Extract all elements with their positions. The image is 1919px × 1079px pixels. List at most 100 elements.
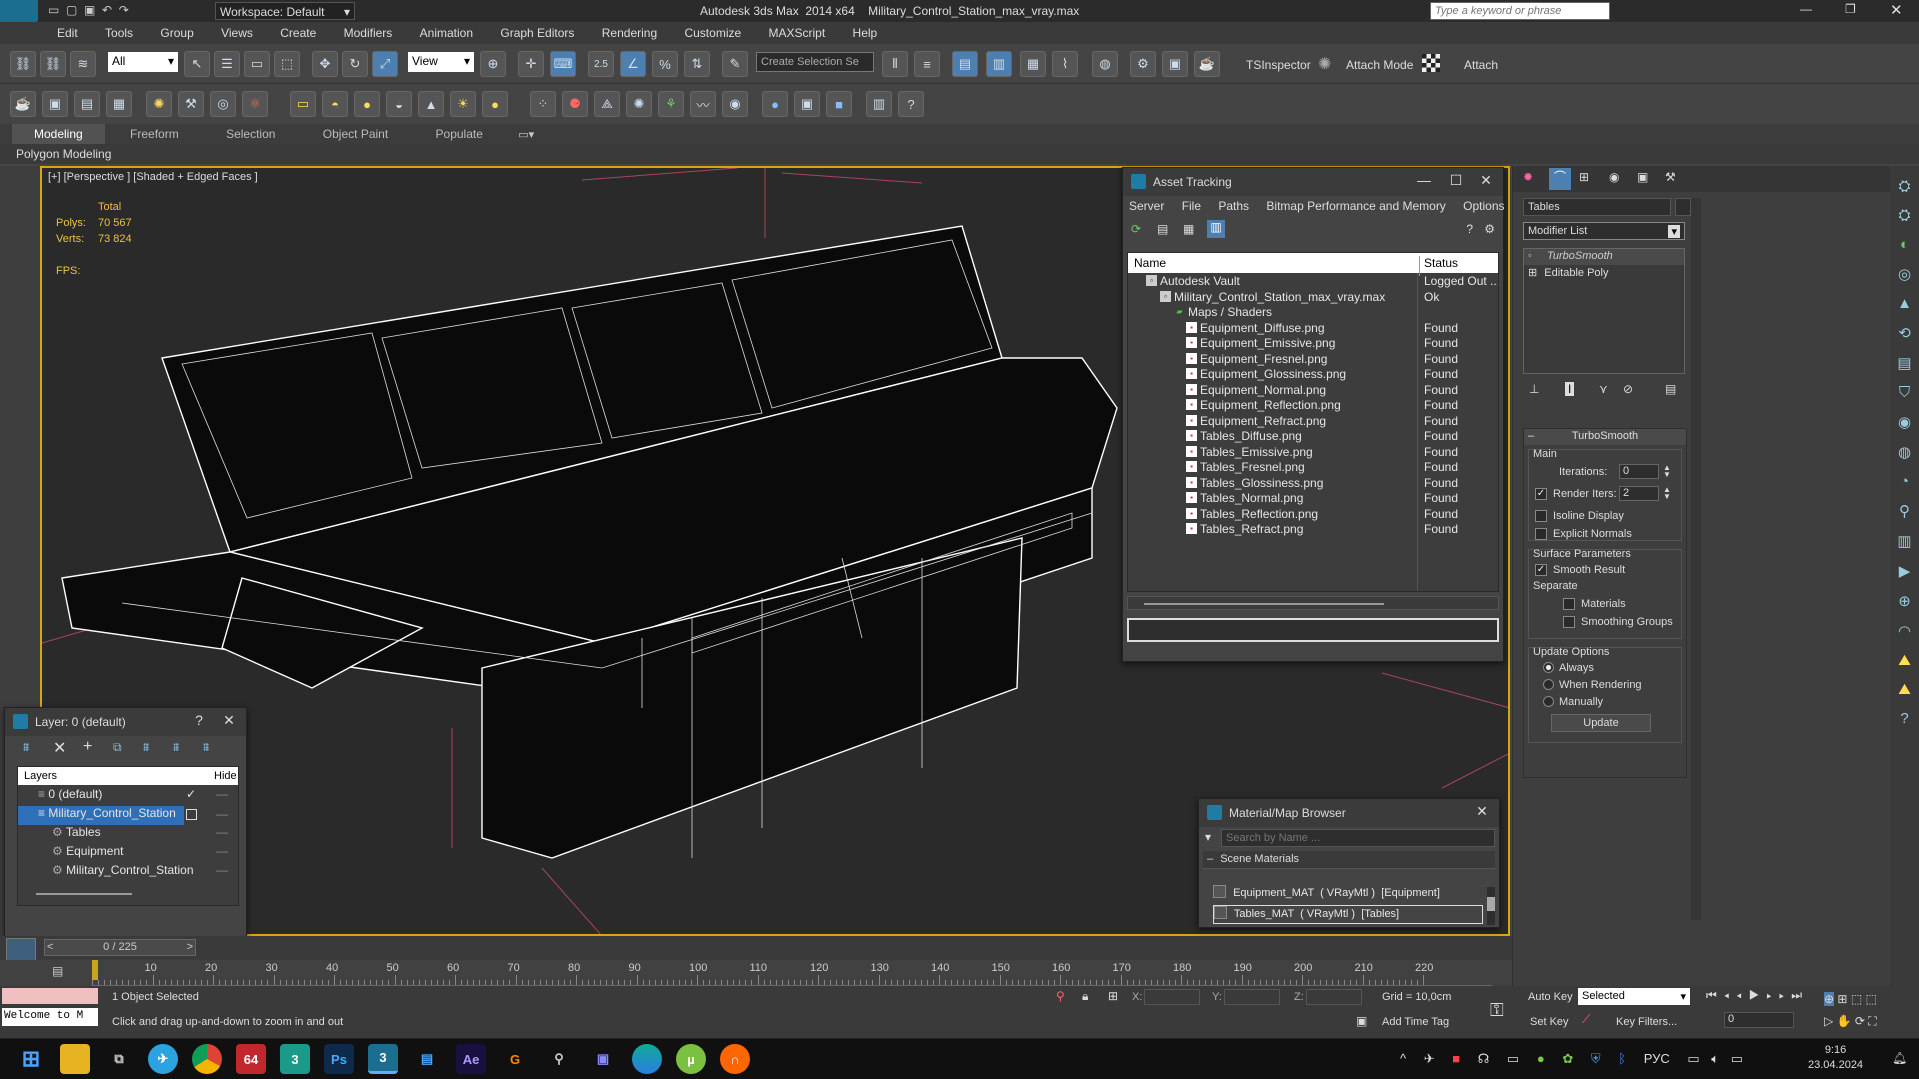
modify-tab-icon[interactable]: ⌒ xyxy=(1549,168,1571,190)
save-icon[interactable]: ▣ xyxy=(84,3,95,17)
open-icon[interactable]: ▢ xyxy=(66,3,77,17)
spinner-snap-icon[interactable]: ⇅ xyxy=(684,51,710,77)
vray-hair-icon[interactable]: 〰 xyxy=(690,91,716,117)
edit-named-selection-icon[interactable]: ✎ xyxy=(722,51,748,77)
floppy-icon[interactable]: ▣ xyxy=(588,1044,618,1074)
time-tag-icon[interactable]: ▣ xyxy=(1356,1014,1367,1028)
hide-toggle[interactable]: — xyxy=(216,787,228,801)
asset-path-field[interactable] xyxy=(1127,618,1499,642)
menu-group[interactable]: Group xyxy=(148,22,205,44)
ts-inspector-button[interactable]: TSInspector xyxy=(1246,58,1311,72)
zoom-icon[interactable]: ⊕ xyxy=(1824,992,1835,1006)
modifier-list-dropdown[interactable]: Modifier List ▾ xyxy=(1523,222,1685,240)
display-tab-icon[interactable]: ▣ xyxy=(1637,170,1648,184)
vray-particles-icon[interactable]: ⁘ xyxy=(530,91,556,117)
menu-maxscript[interactable]: MAXScript xyxy=(757,22,838,44)
asset-row[interactable]: ▪ Tables_Glossiness.png Found xyxy=(1128,475,1498,491)
menu-animation[interactable]: Animation xyxy=(408,22,485,44)
update-always-radio[interactable] xyxy=(1543,662,1554,673)
strip-icon[interactable]: ◠ xyxy=(1890,622,1919,640)
select-object-icon[interactable]: ↖ xyxy=(184,51,210,77)
strip-icon[interactable]: ⛭ xyxy=(1890,178,1919,195)
tray-bluetooth-icon[interactable]: ᛒ xyxy=(1618,1051,1626,1066)
absolute-mode-icon[interactable]: ⊞ xyxy=(1108,989,1118,1003)
utilities-tab-icon[interactable]: ⚒ xyxy=(1665,170,1676,184)
delete-layer-icon[interactable]: ✕ xyxy=(53,738,66,758)
tray-chevron-icon[interactable]: ^ xyxy=(1400,1051,1406,1066)
make-unique-icon[interactable]: ⋎ xyxy=(1599,382,1608,396)
tab-selection[interactable]: Selection xyxy=(204,124,297,144)
x-coordinate-field[interactable] xyxy=(1144,989,1200,1005)
menu-customize[interactable]: Customize xyxy=(672,22,753,44)
tab-freeform[interactable]: Freeform xyxy=(108,124,201,144)
smooth-result-checkbox[interactable]: ✓ xyxy=(1535,564,1547,576)
hide-all-icon[interactable]: ⩩ xyxy=(173,740,179,755)
tray-torrent-icon[interactable]: ● xyxy=(1537,1051,1545,1066)
attach-mode-icon[interactable]: ✺ xyxy=(1318,54,1331,74)
tray-telegram-icon[interactable]: ✈ xyxy=(1424,1051,1435,1066)
material-item[interactable]: Tables_MAT ( VRayMtl ) [Tables] xyxy=(1213,905,1483,924)
column-layers[interactable]: Layers xyxy=(24,770,57,782)
utorrent-icon[interactable]: µ xyxy=(676,1044,706,1074)
maximize-viewport-icon[interactable]: ⛶ xyxy=(1868,1014,1876,1028)
asset-scrollbar[interactable] xyxy=(1127,596,1499,610)
object-name-field[interactable]: Tables xyxy=(1523,198,1671,216)
refresh-icon[interactable]: ⟳ xyxy=(1131,222,1141,236)
menu-rendering[interactable]: Rendering xyxy=(590,22,669,44)
layer-titlebar[interactable]: Layer: 0 (default) ? ✕ xyxy=(5,708,246,736)
tray-red-icon[interactable]: ■ xyxy=(1452,1051,1460,1066)
strip-help-icon[interactable]: ? xyxy=(1890,710,1919,727)
menu-options[interactable]: Options xyxy=(1463,199,1504,213)
viewport-label[interactable]: [+] [Perspective ] [Shaded + Edged Faces… xyxy=(48,171,258,183)
close-button[interactable]: ✕ xyxy=(1890,1,1903,19)
strip-icon[interactable]: ⟲ xyxy=(1890,324,1919,342)
task-view-icon[interactable]: ⧉ xyxy=(104,1044,134,1074)
select-by-name-icon[interactable]: ☰ xyxy=(214,51,240,77)
scene-explorer-icon[interactable]: ▤ xyxy=(952,51,978,77)
expand-icon[interactable]: ⊞ xyxy=(1528,267,1537,279)
z-coordinate-field[interactable] xyxy=(1306,989,1362,1005)
strip-icon[interactable]: ⊕ xyxy=(1890,592,1919,610)
menu-create[interactable]: Create xyxy=(268,22,328,44)
strip-icon[interactable]: ◔ xyxy=(1890,473,1919,490)
vray-sphere-fade-icon[interactable]: ✺ xyxy=(626,91,652,117)
render-iters-checkbox[interactable]: ✓ xyxy=(1535,488,1547,500)
list-view-icon[interactable]: ▤ xyxy=(1157,222,1168,236)
zoom-extents-all-icon[interactable]: ⬚ xyxy=(1866,992,1877,1006)
strip-icon[interactable]: ▥ xyxy=(1890,532,1919,550)
angle-snap-icon[interactable]: ∠ xyxy=(620,51,646,77)
key-filters-button[interactable]: Key Filters... xyxy=(1616,1016,1677,1028)
rotate-icon[interactable]: ↻ xyxy=(342,51,368,77)
rectangular-selection-icon[interactable]: ▭ xyxy=(244,51,270,77)
vray-material-converter-icon[interactable]: ⚒ xyxy=(178,91,204,117)
vray-metaball-icon[interactable]: ◉ xyxy=(722,91,748,117)
maxscript-listener[interactable] xyxy=(2,988,98,1004)
y-coordinate-field[interactable] xyxy=(1224,989,1280,1005)
key-mode-dropdown[interactable]: Selected ▾ xyxy=(1578,988,1690,1005)
teapot-icon[interactable]: ☕ xyxy=(10,91,36,117)
asset-row[interactable]: ▪ Equipment_Reflection.png Found xyxy=(1128,397,1498,413)
graphite-tools-icon[interactable]: ▦ xyxy=(1020,51,1046,77)
asset-row[interactable]: ▪ Equipment_Diffuse.png Found xyxy=(1128,320,1498,336)
minimize-button[interactable]: — xyxy=(1413,172,1435,192)
undo-icon[interactable]: ↶ xyxy=(102,3,112,17)
strip-icon[interactable]: ▶ xyxy=(1890,562,1919,580)
vray-ambient-icon[interactable]: ● xyxy=(482,91,508,117)
menu-bitmap-performance[interactable]: Bitmap Performance and Memory xyxy=(1266,199,1445,213)
asset-row[interactable]: ▪ Tables_Normal.png Found xyxy=(1128,490,1498,506)
vray-grass-icon[interactable]: ⚘ xyxy=(658,91,684,117)
asset-row[interactable]: ▪ Equipment_Normal.png Found xyxy=(1128,382,1498,398)
field-of-view-icon[interactable]: ▷ xyxy=(1824,1014,1833,1028)
strip-icon[interactable]: ◐ xyxy=(1890,236,1919,253)
language-indicator[interactable]: РУС xyxy=(1644,1051,1670,1066)
asset-row[interactable]: ▪ Tables_Emissive.png Found xyxy=(1128,444,1498,460)
3dsmax-active-icon[interactable]: 3 xyxy=(368,1044,398,1074)
command-panel-scrollbar[interactable] xyxy=(1691,198,1701,920)
strip-icon[interactable]: ⛭ xyxy=(1890,207,1919,224)
strip-icon[interactable]: ◎ xyxy=(1890,265,1919,283)
checker-icon[interactable] xyxy=(1422,54,1440,72)
tray-volume-icon[interactable]: 🔈︎ xyxy=(1711,1051,1719,1066)
asset-tracking-titlebar[interactable]: Asset Tracking — ☐ ✕ xyxy=(1123,168,1503,196)
update-manually-radio[interactable] xyxy=(1543,696,1554,707)
photoshop-icon[interactable]: Ps xyxy=(324,1044,354,1074)
